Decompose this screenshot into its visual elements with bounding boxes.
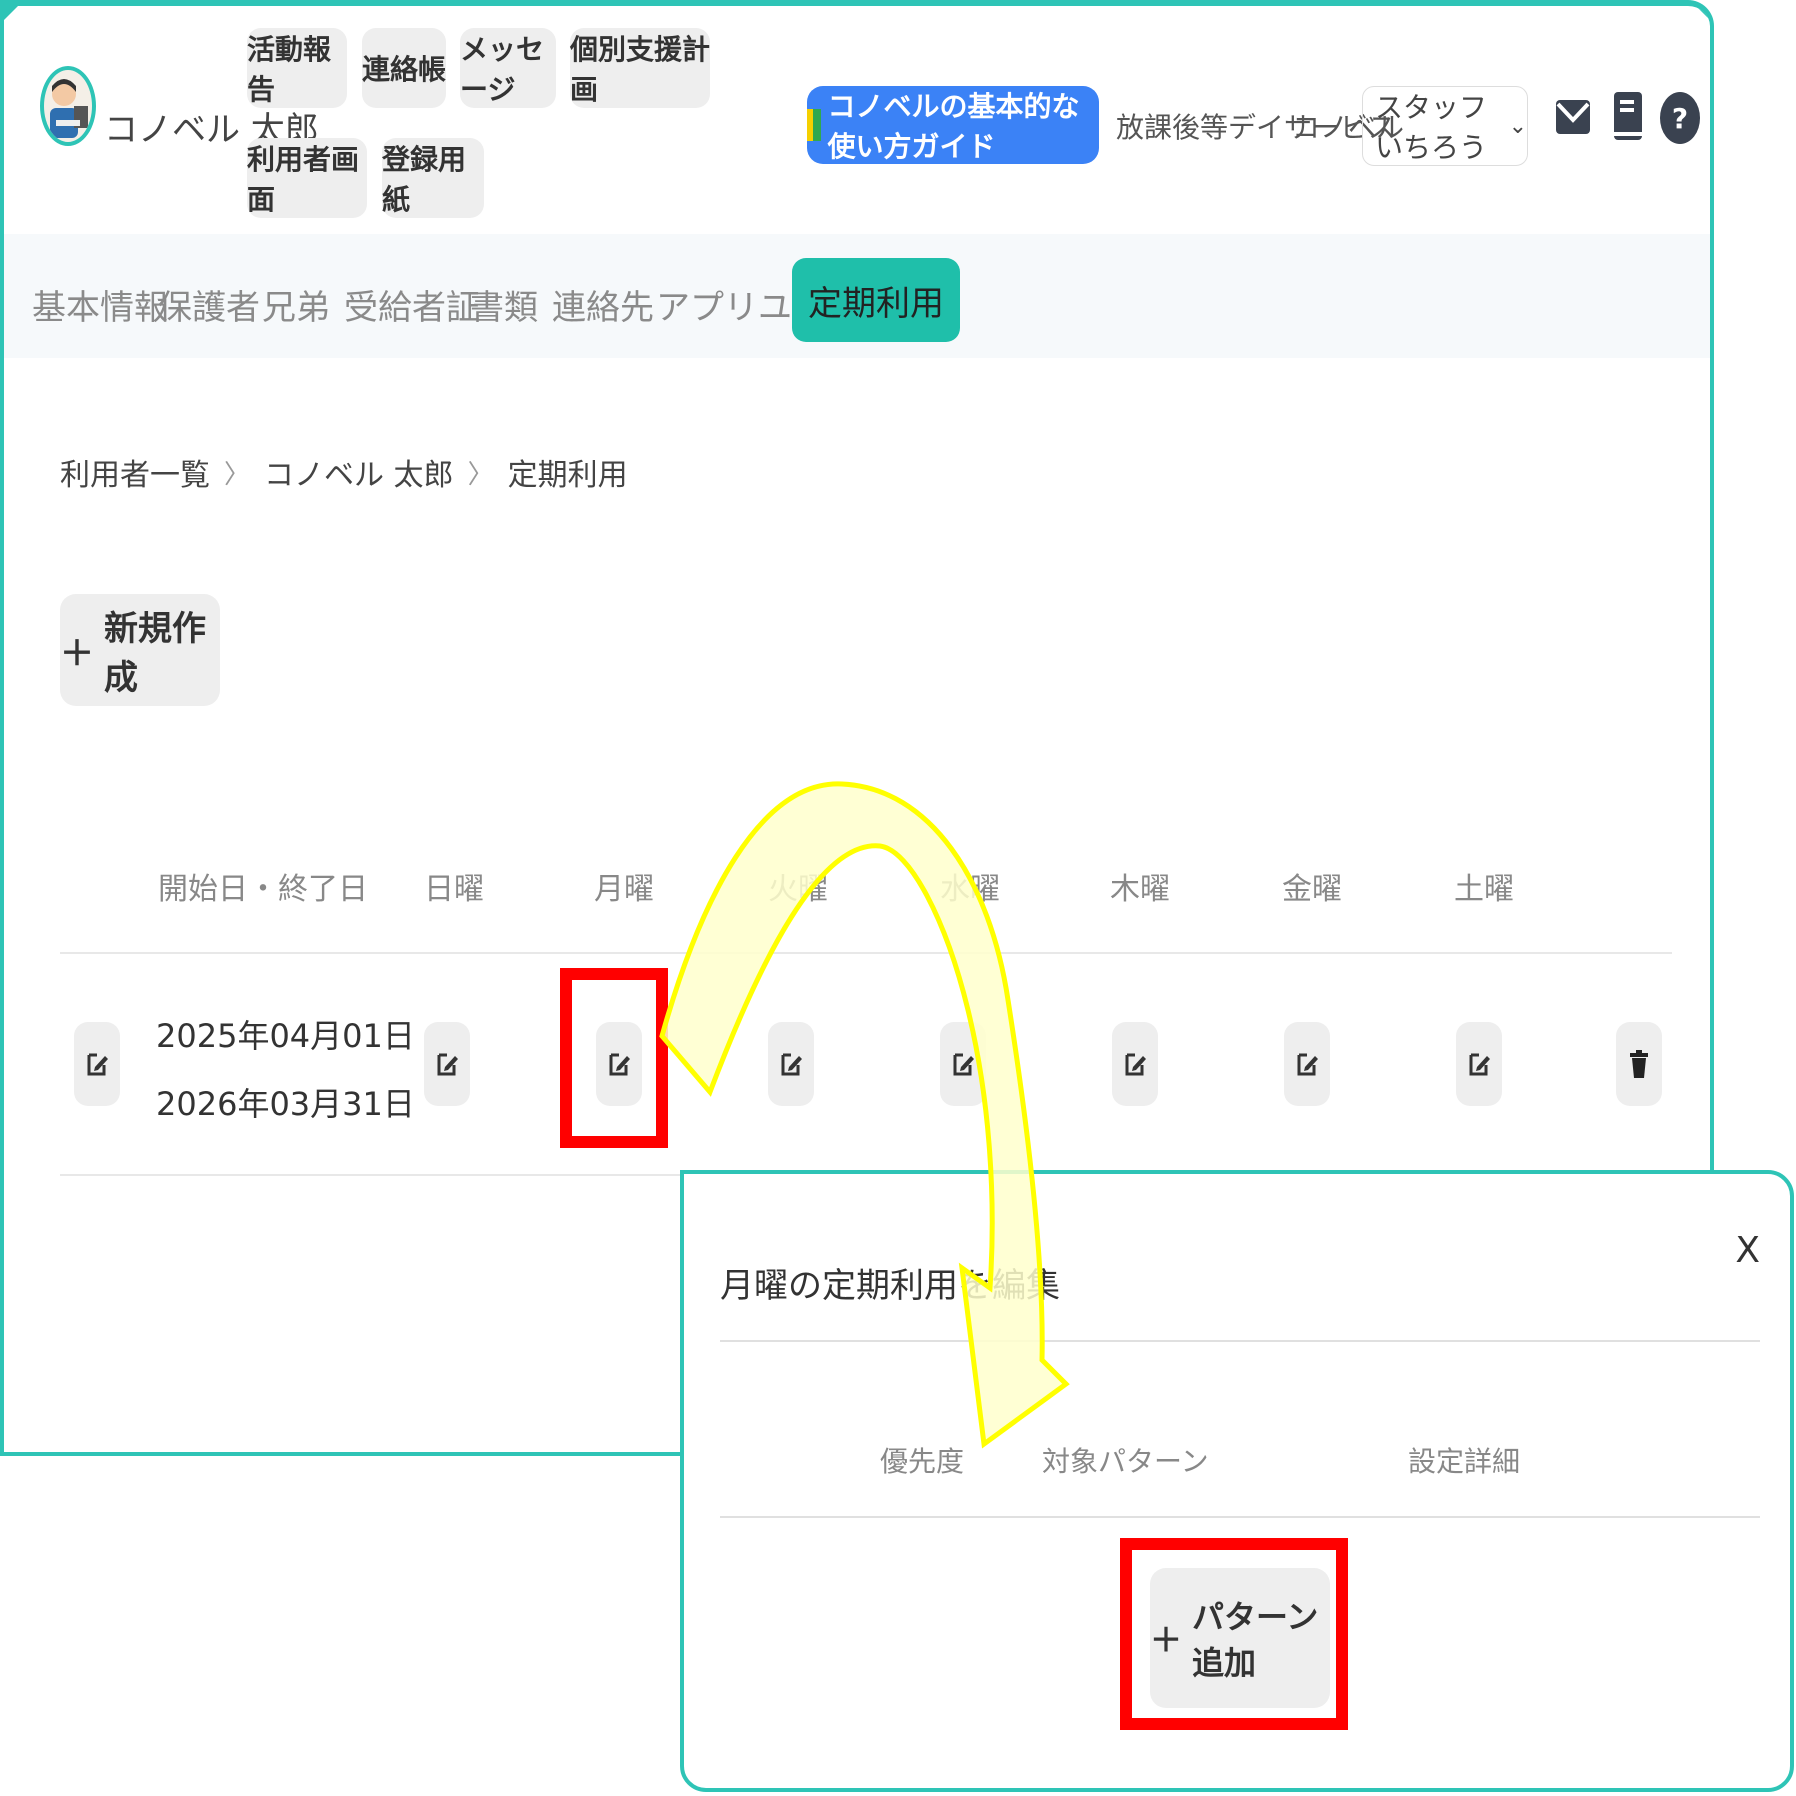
crumb-user-list[interactable]: 利用者一覧 xyxy=(60,450,210,494)
chevron-down-icon: ⌄ xyxy=(1508,113,1527,139)
tab-siblings[interactable]: 兄弟 xyxy=(262,264,330,344)
header: コノベル 太郎 活動報告 連絡帳 メッセージ 個別支援計画 利用者画面 登録用紙… xyxy=(4,6,1710,232)
beginner-mark-icon xyxy=(807,109,822,141)
edit-thursday-button[interactable] xyxy=(1112,1022,1158,1106)
edit-icon xyxy=(953,1053,974,1076)
nav-contact-book[interactable]: 連絡帳 xyxy=(362,28,446,108)
delete-button[interactable] xyxy=(1616,1022,1662,1106)
edit-tuesday-button[interactable] xyxy=(768,1022,814,1106)
guide-label: コノベルの基本的な使い方ガイド xyxy=(827,90,1080,163)
th-friday: 金曜 xyxy=(1282,872,1342,907)
th-monday: 月曜 xyxy=(594,872,654,907)
nav-message[interactable]: メッセージ xyxy=(460,28,556,108)
edit-icon xyxy=(87,1053,108,1076)
modal-table-divider xyxy=(720,1516,1760,1518)
crumb-user[interactable]: コノベル 太郎 xyxy=(264,450,454,494)
nav-activity-report[interactable]: 活動報告 xyxy=(247,28,347,108)
plus-icon: ＋ xyxy=(60,633,94,674)
new-create-button[interactable]: ＋ 新規作成 xyxy=(60,594,220,706)
tab-regular-use[interactable]: 定期利用 xyxy=(792,258,960,342)
edit-saturday-button[interactable] xyxy=(1456,1022,1502,1106)
highlight-monday-edit xyxy=(560,968,668,1148)
tab-documents[interactable]: 書類 xyxy=(470,264,538,344)
modal-th-details: 設定詳細 xyxy=(1408,1445,1521,1478)
th-wednesday: 水曜 xyxy=(940,872,1000,907)
avatar-illustration xyxy=(50,79,88,138)
help-icon[interactable]: ? xyxy=(1658,90,1702,144)
guide-button[interactable]: コノベルの基本的な使い方ガイド xyxy=(807,86,1099,164)
edit-icon xyxy=(781,1053,802,1076)
th-period: 開始日・終了日 xyxy=(158,872,368,907)
crumb-current: 定期利用 xyxy=(507,458,628,493)
modal-divider xyxy=(720,1340,1760,1342)
new-create-label: 新規作成 xyxy=(104,609,206,698)
mail-icon[interactable] xyxy=(1554,90,1592,144)
staff-name: スタッフ いちろう xyxy=(1375,91,1488,164)
nav-user-screen[interactable]: 利用者画面 xyxy=(247,138,367,218)
avatar[interactable] xyxy=(40,66,96,146)
staff-select[interactable]: スタッフ いちろう ⌄ xyxy=(1362,86,1528,166)
period-text: 2025年04月01日 ～ 2026年03月31日 xyxy=(156,1002,457,1138)
modal-title: 月曜の定期利用を編集 xyxy=(720,1266,1060,1306)
table-divider xyxy=(60,952,1672,954)
th-tuesday: 火曜 xyxy=(768,872,828,907)
th-sunday: 日曜 xyxy=(424,872,484,907)
highlight-add-pattern xyxy=(1120,1538,1348,1730)
edit-period-button[interactable] xyxy=(74,1022,120,1106)
tab-basic-info[interactable]: 基本情報 xyxy=(32,264,168,344)
edit-icon xyxy=(1469,1053,1490,1076)
edit-icon xyxy=(1297,1053,1318,1076)
svg-text:?: ? xyxy=(1672,102,1688,135)
breadcrumb: 利用者一覧 〉 コノベル 太郎 〉 定期利用 xyxy=(60,450,628,494)
period-start: 2025年04月01日 ～ xyxy=(156,1017,458,1055)
period-end: 2026年03月31日 xyxy=(156,1085,415,1123)
edit-wednesday-button[interactable] xyxy=(940,1022,986,1106)
nav-registration-form[interactable]: 登録用紙 xyxy=(382,138,484,218)
trash-icon xyxy=(1630,1050,1648,1078)
modal-th-priority: 優先度 xyxy=(880,1445,965,1478)
book-icon[interactable] xyxy=(1608,90,1646,144)
tab-bar: 基本情報 保護者 兄弟 受給者証 書類 連絡先 アプリユーザー 定期利用 xyxy=(4,234,1710,358)
chevron-right-icon: 〉 xyxy=(224,459,251,490)
edit-friday-button[interactable] xyxy=(1284,1022,1330,1106)
th-thursday: 木曜 xyxy=(1110,872,1170,907)
close-button[interactable]: X xyxy=(1735,1230,1760,1271)
nav-support-plan[interactable]: 個別支援計画 xyxy=(570,28,710,108)
th-saturday: 土曜 xyxy=(1454,872,1514,907)
modal-th-pattern: 対象パターン xyxy=(1042,1445,1209,1478)
edit-icon xyxy=(437,1053,458,1076)
tab-guardian[interactable]: 保護者 xyxy=(158,264,260,344)
tab-contacts[interactable]: 連絡先 xyxy=(552,264,654,344)
tab-certificate[interactable]: 受給者証 xyxy=(344,264,480,344)
edit-sunday-button[interactable] xyxy=(424,1022,470,1106)
chevron-right-icon: 〉 xyxy=(467,459,494,490)
edit-icon xyxy=(1125,1053,1146,1076)
